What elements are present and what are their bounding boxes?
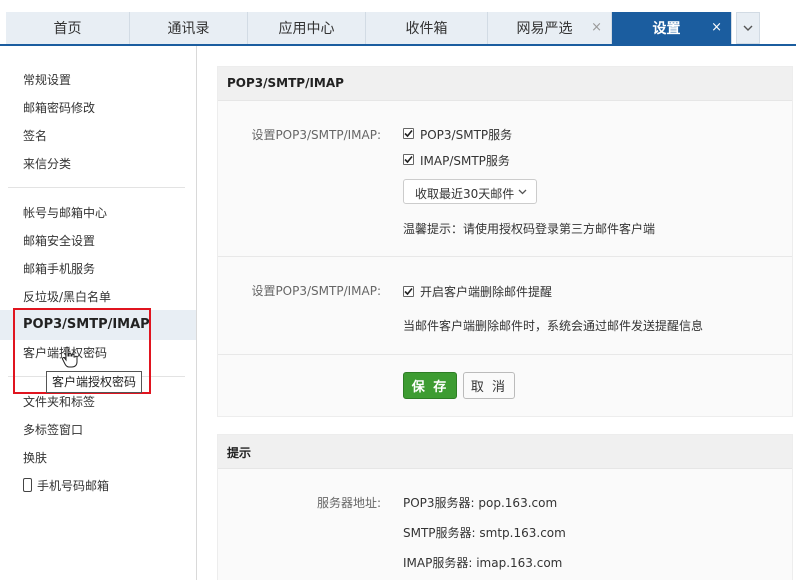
sidebar-item-folders-labels[interactable]: 文件夹和标签 — [23, 394, 95, 410]
sidebar-item-security[interactable]: 邮箱安全设置 — [23, 233, 95, 249]
pop3-checkbox-label[interactable]: POP3/SMTP服务 — [420, 126, 512, 143]
auth-code-tip: 温馨提示：请使用授权码登录第三方邮件客户端 — [403, 222, 656, 236]
close-icon[interactable]: × — [591, 20, 602, 35]
service-setting-label: 设置POP3/SMTP/IMAP: — [251, 128, 381, 142]
pop3-server: POP3服务器: pop.163.com — [403, 496, 558, 510]
tab-label: 收件箱 — [405, 21, 448, 37]
tab-bar: 首页 通讯录 应用中心 收件箱 网易严选 × 设置 × — [0, 0, 796, 46]
select-value: 收取最近30天邮件 — [415, 187, 515, 201]
close-icon[interactable]: × — [711, 20, 722, 35]
tab-yanxuan[interactable]: 网易严选 × — [488, 12, 612, 44]
tab-label: 首页 — [53, 21, 82, 37]
panel-header: 提示 — [218, 435, 792, 469]
tab-label: 应用中心 — [278, 21, 335, 37]
sidebar-item-signature[interactable]: 签名 — [23, 128, 47, 144]
delete-notify-checkbox-label[interactable]: 开启客户端删除邮件提醒 — [420, 283, 552, 300]
check-icon — [404, 129, 413, 138]
panel-title: POP3/SMTP/IMAP — [227, 76, 344, 90]
tab-contacts[interactable]: 通讯录 — [130, 12, 248, 44]
tooltip: 客户端授权密码 — [46, 371, 143, 393]
save-button[interactable]: 保 存 — [403, 372, 457, 399]
delete-notify-setting-label: 设置POP3/SMTP/IMAP: — [251, 284, 381, 298]
check-icon — [404, 287, 413, 296]
delete-notify-description: 当邮件客户端删除邮件时，系统会通过邮件发送提醒信息 — [403, 319, 704, 333]
imap-server: IMAP服务器: imap.163.com — [403, 556, 563, 570]
tab-label: 通讯录 — [167, 21, 210, 37]
sidebar-item-multi-tab[interactable]: 多标签窗口 — [23, 422, 83, 438]
sidebar-item-phone-service[interactable]: 邮箱手机服务 — [23, 261, 95, 277]
tab-label: 网易严选 — [516, 21, 573, 37]
pop-smtp-imap-panel: POP3/SMTP/IMAP 设置POP3/SMTP/IMAP: POP3/SM… — [217, 66, 793, 417]
sidebar-item-mail-filter[interactable]: 来信分类 — [23, 156, 71, 172]
delete-notify-checkbox[interactable] — [403, 286, 414, 297]
sidebar-item-antispam[interactable]: 反垃圾/黑白名单 — [23, 289, 111, 305]
phone-icon — [23, 478, 32, 492]
sidebar-divider — [8, 187, 185, 188]
cancel-button[interactable]: 取 消 — [463, 372, 515, 399]
hint-panel: 提示 服务器地址: POP3服务器: pop.163.com SMTP服务器: … — [217, 434, 793, 580]
tab-label: 设置 — [652, 21, 681, 37]
panel-header: POP3/SMTP/IMAP — [218, 67, 792, 101]
tab-settings[interactable]: 设置 × — [612, 12, 732, 44]
sidebar-item-general[interactable]: 常规设置 — [23, 72, 71, 88]
server-address-label: 服务器地址: — [316, 496, 381, 510]
sidebar-item-password[interactable]: 邮箱密码修改 — [23, 100, 95, 116]
pop3-checkbox[interactable] — [403, 128, 414, 139]
chevron-down-icon — [743, 25, 753, 31]
imap-checkbox-label[interactable]: IMAP/SMTP服务 — [420, 152, 510, 169]
divider — [218, 354, 792, 355]
sidebar-item-skin[interactable]: 换肤 — [23, 450, 47, 466]
sidebar-item-account-center[interactable]: 帐号与邮箱中心 — [23, 205, 107, 221]
smtp-server: SMTP服务器: smtp.163.com — [403, 526, 566, 540]
divider — [218, 256, 792, 257]
imap-checkbox[interactable] — [403, 154, 414, 165]
sidebar-item-phone-mailbox[interactable]: 手机号码邮箱 — [37, 478, 109, 494]
hand-cursor-icon — [61, 346, 78, 368]
tab-home[interactable]: 首页 — [6, 12, 130, 44]
tab-app-center[interactable]: 应用中心 — [248, 12, 366, 44]
more-tabs-button[interactable] — [736, 12, 760, 44]
chevron-down-icon — [518, 189, 527, 195]
panel-title: 提示 — [227, 446, 252, 460]
check-icon — [404, 155, 413, 164]
receive-range-select[interactable]: 收取最近30天邮件 — [403, 179, 537, 204]
tab-inbox[interactable]: 收件箱 — [366, 12, 488, 44]
